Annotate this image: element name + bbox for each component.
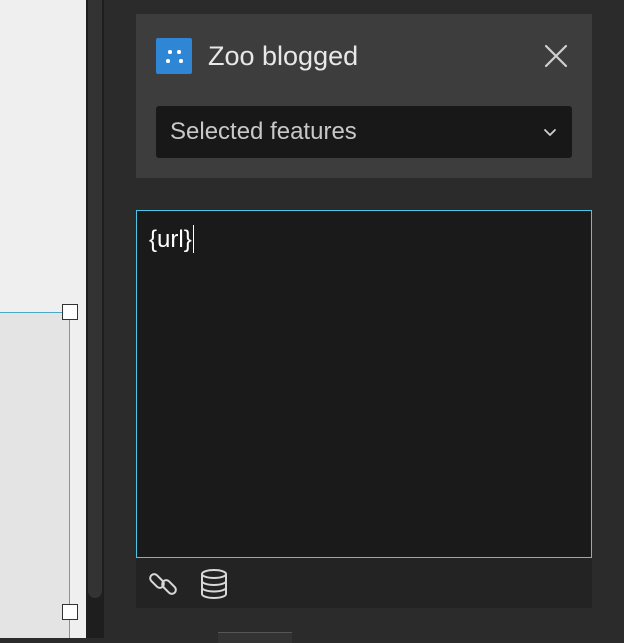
canvas-scrollbar[interactable] xyxy=(88,0,102,598)
insert-link-button[interactable] xyxy=(146,567,180,601)
close-icon xyxy=(544,44,568,68)
link-icon xyxy=(149,573,177,595)
canvas-widget-frame[interactable] xyxy=(0,312,70,638)
chevron-down-icon xyxy=(544,129,556,136)
data-source-select[interactable]: Selected features xyxy=(156,106,572,158)
text-caret xyxy=(192,225,195,253)
widget-title: Zoo blogged xyxy=(208,41,359,71)
close-button[interactable] xyxy=(540,40,572,72)
expression-text: {url} xyxy=(149,226,192,253)
resize-handle-bottom-right[interactable] xyxy=(62,604,78,620)
expression-editor[interactable]: {url} xyxy=(136,210,592,558)
resize-handle-top-right[interactable] xyxy=(62,304,78,320)
editor-toolbar xyxy=(136,558,592,608)
data-source-select-value: Selected features xyxy=(170,118,357,145)
insert-field-button[interactable] xyxy=(197,567,231,601)
expression-editor-content: {url} xyxy=(149,225,195,255)
widget-grid-icon xyxy=(156,38,192,74)
database-icon xyxy=(201,569,227,599)
